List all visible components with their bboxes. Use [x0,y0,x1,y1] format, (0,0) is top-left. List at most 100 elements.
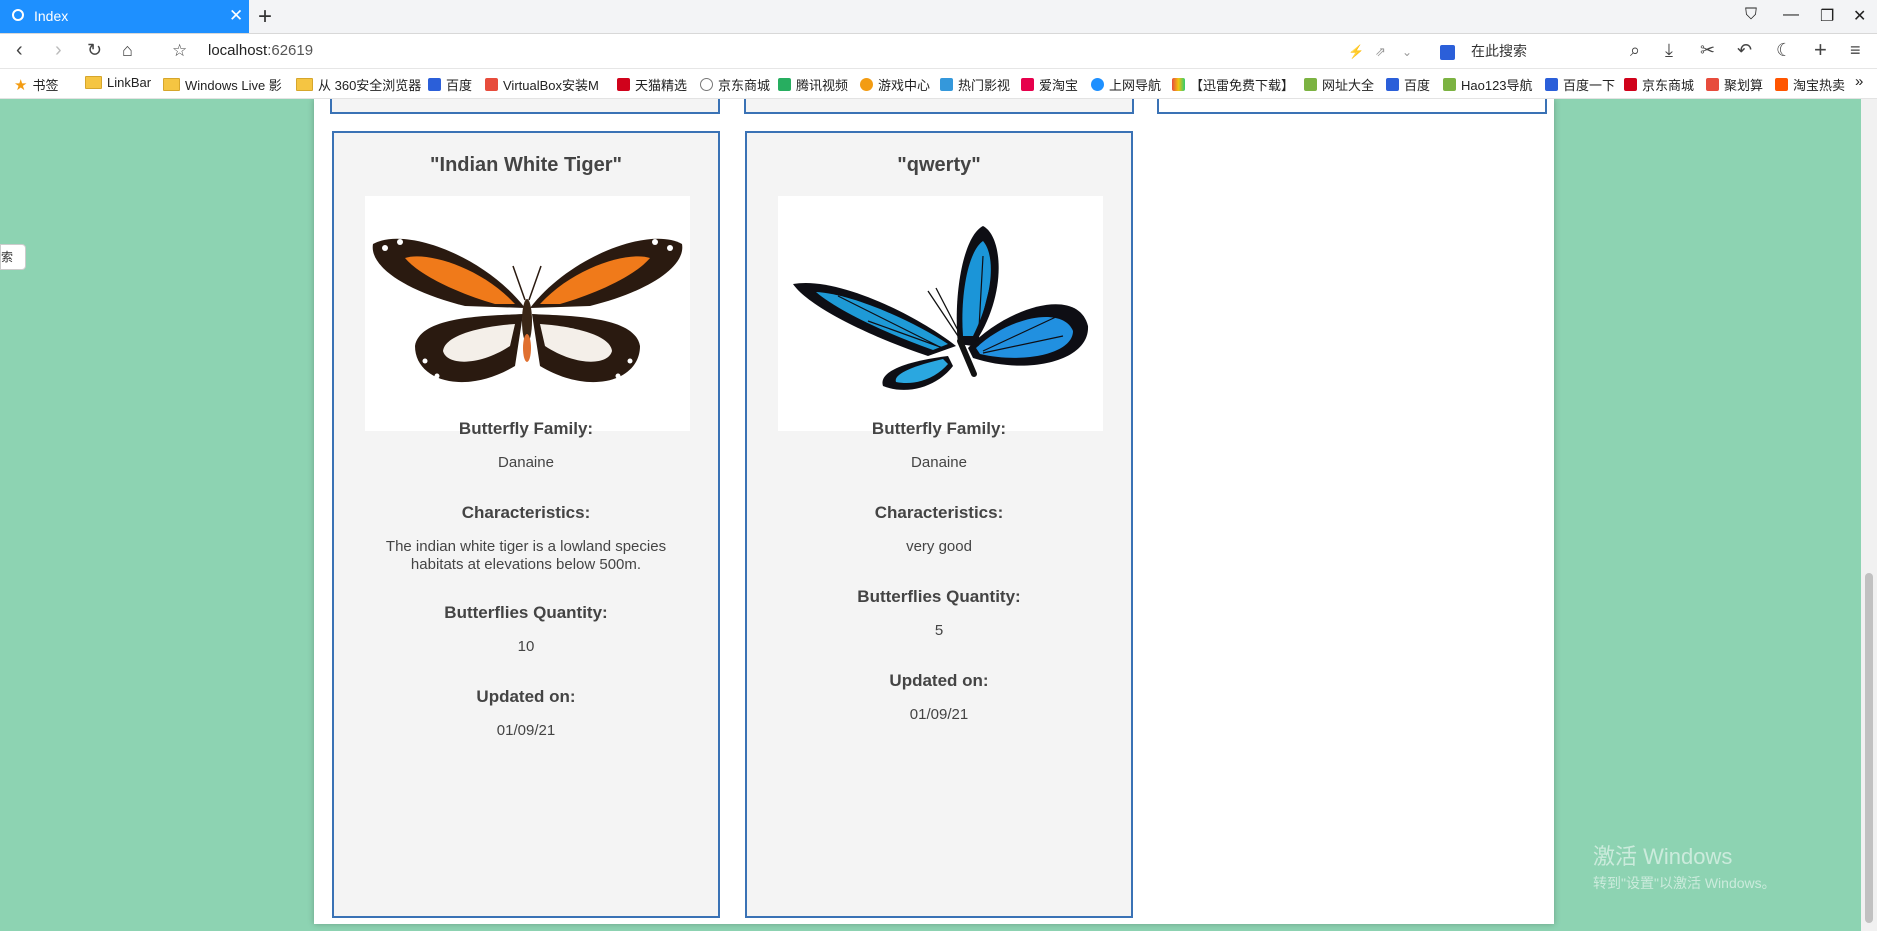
search-placeholder: 在此搜索 [1471,43,1527,59]
bookmark-item[interactable]: 京东商城 [1624,75,1694,94]
hao-icon [1304,78,1317,91]
side-search-tab[interactable]: 搜索 [0,244,26,270]
c-icon [485,78,498,91]
bookmark-item[interactable]: 百度 [428,75,472,94]
bookmark-label: 热门影视 [958,78,1011,93]
folder-icon [85,76,102,89]
night-mode-icon[interactable]: ☾ [1776,40,1792,61]
bookmark-item[interactable]: LinkBar [85,75,151,90]
butterfly-card: "qwerty" Butterfly Family: Danaine Chara… [745,131,1133,918]
address-toolbar: ‹ › ↻ ⌂ ☆ localhost:62619 ⚡ ⇗ ⌄ 在此搜索 ⌕ ⤓… [0,34,1877,69]
bookmark-label: 百度一下 [1563,78,1616,93]
bookmark-item[interactable]: Windows Live 影 [163,75,282,94]
bookmark-item[interactable]: ★ 书签 [14,75,58,94]
url-port: :62619 [267,42,314,59]
bookmark-label: 百度 [1404,78,1431,93]
home-icon[interactable]: ⌂ [122,40,133,61]
forward-icon[interactable]: › [55,39,62,62]
globe-icon [12,9,24,21]
bookmark-label: 【迅雷免费下载】 [1190,78,1295,93]
characteristics-value: very good [906,538,972,555]
bookmark-item[interactable]: 天猫精选 [617,75,687,94]
blue-butterfly-image [793,226,1089,390]
bookmark-label: 京东商城 [718,78,771,93]
bookmark-item[interactable]: 热门影视 [940,75,1010,94]
bookmark-label: 腾讯视频 [796,78,849,93]
bookmark-label: 淘宝热卖 [1793,78,1846,93]
updated-value: 01/09/21 [496,722,556,739]
shirt-icon[interactable]: ⛉ [1745,6,1757,24]
bookmark-label: LinkBar [107,75,152,90]
lightning-icon[interactable]: ⚡ [1348,44,1364,60]
bookmark-item[interactable]: 百度 [1386,75,1430,94]
undo-icon[interactable]: ↶ [1737,40,1752,61]
watermark-title: 激活 Windows [1593,844,1733,869]
quantity-label: Butterflies Quantity: [857,587,1021,606]
bookmark-item[interactable]: 网址大全 [1304,75,1374,94]
page-scrollbar[interactable] [1861,99,1877,931]
video-icon [940,78,953,91]
bookmark-label: 游戏中心 [878,78,931,93]
bookmark-item[interactable]: 从 360安全浏览器 [296,75,421,94]
bookmark-item[interactable]: 爱淘宝 [1021,75,1078,94]
bookmark-item[interactable]: 游戏中心 [860,75,930,94]
close-tab-icon[interactable]: ✕ [229,6,243,26]
bookmark-label: Windows Live 影 [185,78,282,93]
star-icon[interactable]: ☆ [172,41,187,61]
bookmark-item[interactable]: Hao123导航 [1443,75,1533,94]
butterfly-name: "Indian White Tiger" [430,154,622,176]
bookmark-item[interactable]: 上网导航 [1091,75,1161,94]
scrollbar-thumb[interactable] [1865,573,1873,923]
bookmark-item[interactable]: 【迅雷免费下载】 [1172,75,1294,94]
tab-title: Index [34,8,69,24]
bookmark-item[interactable]: 腾讯视频 [778,75,848,94]
globe-icon [700,78,713,91]
back-icon[interactable]: ‹ [16,39,23,62]
search-icon[interactable]: ⌕ [1630,40,1640,61]
folder-icon [163,78,180,91]
download-icon[interactable]: ⤓ [1665,40,1673,61]
bookmark-item[interactable]: 百度一下 [1545,75,1615,94]
hao123-icon [1443,78,1456,91]
butterfly-card: "Indian White Tiger" Butterfly Family: D… [332,131,720,918]
baidu-icon [1440,44,1455,60]
bookmark-item[interactable]: 京东商城 [700,75,770,94]
bookmark-label: 网址大全 [1322,78,1375,93]
address-bar[interactable]: localhost:62619 [208,42,313,59]
add-icon[interactable]: + [1814,37,1827,63]
nav-icon [1091,78,1104,91]
chevron-down-icon[interactable]: ⌄ [1402,45,1412,59]
bookmark-label: 京东商城 [1642,78,1695,93]
bookmark-item[interactable]: VirtualBox安装M [485,75,599,94]
share-icon[interactable]: ⇗ [1375,44,1386,60]
folder-icon [296,78,313,91]
tab-index[interactable]: Index ✕ [0,0,249,33]
bookmark-label: 天猫精选 [635,78,688,93]
new-tab-icon[interactable]: + [258,3,272,31]
reload-icon[interactable]: ↻ [87,40,102,61]
scissors-icon[interactable]: ✂ [1700,40,1715,61]
tab-bar: Index ✕ + ⛉ — ❐ ✕ [0,0,1877,34]
close-window-icon[interactable]: ✕ [1853,6,1866,26]
bookmark-label: 从 360安全浏览器 [318,78,422,93]
bookmark-label: Hao123导航 [1461,78,1533,93]
butterfly-name: "qwerty" [897,154,981,176]
bookmark-label: 聚划算 [1724,78,1764,93]
card-previous [744,99,1134,114]
bookmark-item[interactable]: 淘宝热卖 [1775,75,1845,94]
more-bookmarks-icon[interactable]: » [1855,73,1863,90]
butterfly-image [365,196,690,431]
bookmark-label: VirtualBox安装M [503,78,599,93]
tmall-icon [617,78,630,91]
baidu-icon [1545,78,1558,91]
search-box[interactable]: 在此搜索 [1440,41,1527,61]
updated-label: Updated on: [889,671,989,690]
minimize-icon[interactable]: — [1783,6,1799,24]
bookmark-label: 书签 [32,78,59,93]
restore-icon[interactable]: ❐ [1820,6,1834,26]
card-previous [1157,99,1547,114]
bookmark-item[interactable]: 聚划算 [1706,75,1763,94]
xunlei-icon [1172,78,1185,91]
bookmark-label: 百度 [446,78,473,93]
menu-icon[interactable]: ≡ [1850,40,1861,61]
